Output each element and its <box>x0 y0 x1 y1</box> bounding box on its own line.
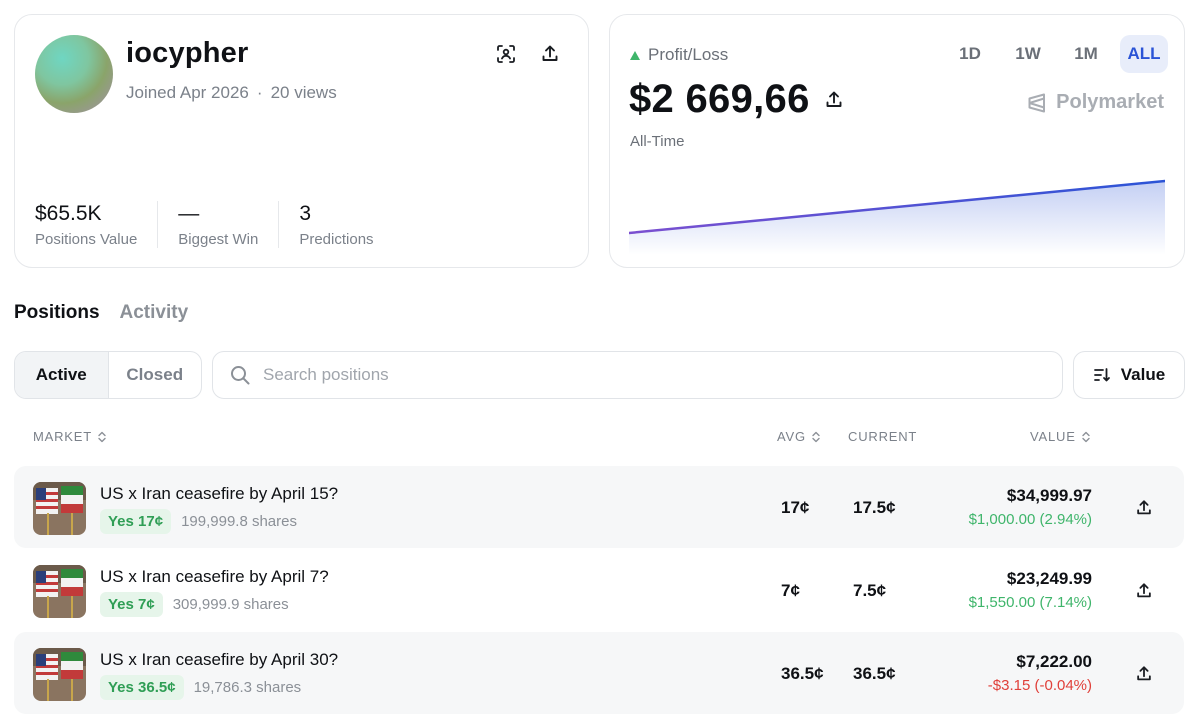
share-icon[interactable] <box>1132 496 1156 520</box>
position-value: $7,222.00 <box>1016 652 1092 671</box>
position-details: Yes 7¢ 309,999.9 shares <box>100 592 289 617</box>
avg-price: 36.5¢ <box>781 664 824 683</box>
position-value: $23,249.99 <box>1006 569 1092 588</box>
share-count: 199,999.8 shares <box>181 513 297 530</box>
outcome-badge: Yes 7¢ <box>100 592 163 617</box>
market-thumbnail <box>33 482 86 535</box>
search-input[interactable] <box>263 365 1023 385</box>
column-label: AVG <box>777 429 806 444</box>
triangle-up-icon <box>630 50 640 60</box>
current-price: 36.5¢ <box>853 664 896 683</box>
avatar[interactable] <box>35 35 113 113</box>
share-icon[interactable] <box>824 88 848 112</box>
range-selector: 1D 1W 1M ALL <box>946 35 1168 73</box>
outcome-badge: Yes 36.5¢ <box>100 675 184 700</box>
position-details: Yes 36.5¢ 19,786.3 shares <box>100 675 301 700</box>
stat-biggest-win: — Biggest Win <box>157 201 278 248</box>
view-count: 20 views <box>270 83 337 102</box>
pnl-amount: $2 669,66 <box>629 77 848 122</box>
tab-positions[interactable]: Positions <box>14 302 100 324</box>
search-box <box>212 351 1063 399</box>
stat-value: 3 <box>299 202 312 225</box>
position-change: $1,000.00 (2.94%) <box>968 511 1092 528</box>
range-1w-button[interactable]: 1W <box>1004 35 1052 73</box>
filter-closed-button[interactable]: Closed <box>109 352 202 398</box>
share-count: 309,999.9 shares <box>172 596 289 613</box>
stat-label: Positions Value <box>35 231 138 248</box>
stat-label: Predictions <box>299 231 374 248</box>
sort-button[interactable]: Value <box>1073 351 1185 399</box>
position-change: $1,550.00 (7.14%) <box>968 594 1092 611</box>
column-label: MARKET <box>33 429 92 444</box>
stat-positions-value: $65.5K Positions Value <box>35 201 157 248</box>
column-label: VALUE <box>1030 429 1076 444</box>
current-price: 7.5¢ <box>853 581 887 600</box>
sort-toggle-icon <box>1081 431 1090 442</box>
brand-name: Polymarket <box>1056 91 1164 113</box>
status-filter: Active Closed <box>14 351 202 399</box>
pnl-value: $2 669,66 <box>629 77 810 121</box>
filter-active-button[interactable]: Active <box>15 352 109 398</box>
pnl-header: Profit/Loss <box>630 45 728 65</box>
market-title[interactable]: US x Iran ceasefire by April 15? <box>100 484 338 504</box>
market-title[interactable]: US x Iran ceasefire by April 30? <box>100 650 338 670</box>
username: iocypher <box>126 37 249 69</box>
table-row[interactable]: US x Iran ceasefire by April 30? Yes 36.… <box>14 632 1184 714</box>
table-header: MARKET AVG CURRENT VALUE <box>0 429 1200 447</box>
market-title[interactable]: US x Iran ceasefire by April 7? <box>100 567 329 587</box>
column-value[interactable]: VALUE <box>1030 429 1091 444</box>
avg-price: 17¢ <box>781 498 810 517</box>
pnl-chart <box>629 179 1165 255</box>
table-row[interactable]: US x Iran ceasefire by April 15? Yes 17¢… <box>14 466 1184 548</box>
market-thumbnail <box>33 565 86 618</box>
scan-icon[interactable] <box>491 39 521 69</box>
share-icon[interactable] <box>535 39 565 69</box>
separator-dot: · <box>256 83 263 102</box>
column-avg[interactable]: AVG <box>777 429 821 444</box>
share-icon[interactable] <box>1132 579 1156 603</box>
range-1d-button[interactable]: 1D <box>946 35 994 73</box>
position-change: -$3.15 (-0.04%) <box>987 677 1092 694</box>
column-label: CURRENT <box>848 429 918 444</box>
outcome-badge: Yes 17¢ <box>100 509 172 534</box>
stat-value: $65.5K <box>35 202 102 225</box>
position-details: Yes 17¢ 199,999.8 shares <box>100 509 297 534</box>
column-current: CURRENT <box>848 429 917 444</box>
pnl-label: Profit/Loss <box>648 45 729 64</box>
table-row[interactable]: US x Iran ceasefire by April 7? Yes 7¢ 3… <box>14 549 1184 631</box>
section-tabs: Positions Activity <box>14 302 188 324</box>
profile-card: iocypher Joined Apr 2026 · 20 views $65.5K… <box>14 14 589 268</box>
profile-meta: Joined Apr 2026 · 20 views <box>126 83 337 103</box>
range-all-button[interactable]: ALL <box>1120 35 1168 73</box>
avg-price: 7¢ <box>781 581 800 600</box>
pnl-card: Profit/Loss $2 669,66 All-Time 1D 1W 1M … <box>609 14 1185 268</box>
polymarket-icon <box>1028 93 1046 112</box>
column-market[interactable]: MARKET <box>33 429 107 444</box>
sort-label: Value <box>1120 365 1166 384</box>
market-thumbnail <box>33 648 86 701</box>
current-price: 17.5¢ <box>853 498 896 517</box>
stat-predictions: 3 Predictions <box>278 201 393 248</box>
sort-toggle-icon <box>812 431 820 442</box>
profile-stats: $65.5K Positions Value — Biggest Win 3 P… <box>35 201 394 248</box>
sort-icon <box>1093 368 1110 382</box>
tab-activity[interactable]: Activity <box>120 302 189 324</box>
pnl-period: All-Time <box>630 133 685 150</box>
stat-value: — <box>178 202 200 225</box>
search-icon <box>231 366 250 385</box>
share-count: 19,786.3 shares <box>193 679 302 696</box>
joined-date: Joined Apr 2026 <box>126 83 249 102</box>
brand-logo: Polymarket <box>1026 91 1164 114</box>
range-1m-button[interactable]: 1M <box>1062 35 1110 73</box>
pnl-area <box>629 181 1165 255</box>
sort-toggle-icon <box>98 431 106 442</box>
position-value: $34,999.97 <box>1006 486 1092 505</box>
stat-label: Biggest Win <box>178 231 259 248</box>
share-icon[interactable] <box>1132 662 1156 686</box>
